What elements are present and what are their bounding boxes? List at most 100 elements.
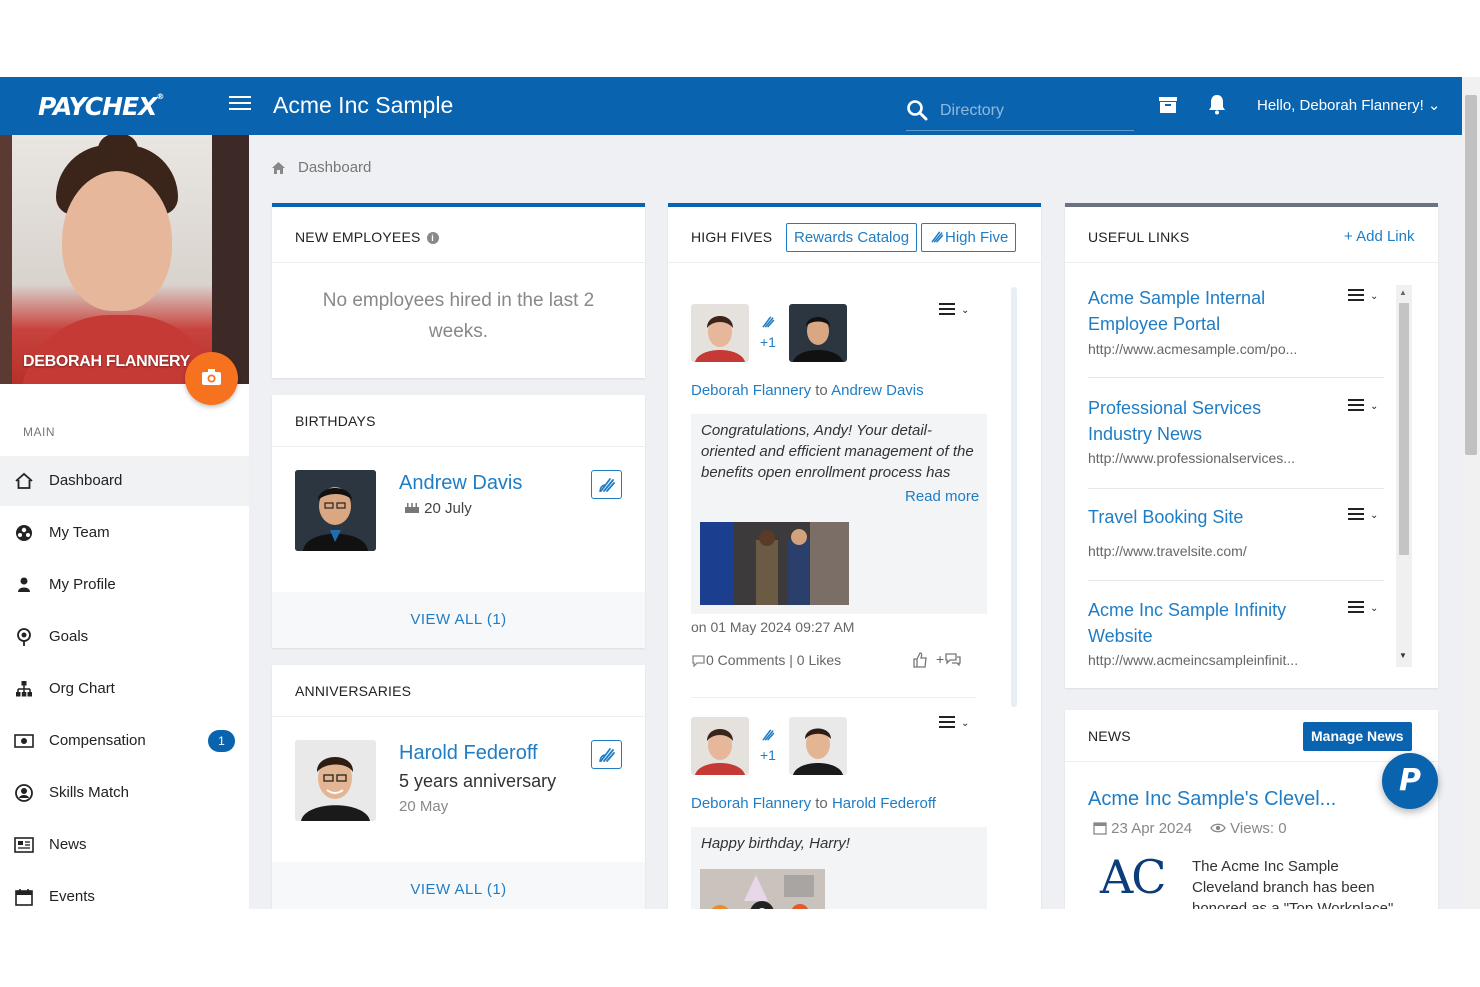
- avatar[interactable]: [789, 304, 847, 362]
- avatar[interactable]: [691, 717, 749, 775]
- high-five-icon: [599, 478, 615, 493]
- nav-section-main: MAIN: [23, 425, 55, 439]
- search-icon[interactable]: [906, 99, 928, 121]
- directory-search-input[interactable]: [940, 99, 1130, 123]
- target-icon: [17, 628, 31, 646]
- sidebar-item-compensation[interactable]: Compensation 1: [0, 716, 249, 766]
- sidebar-item-org-chart[interactable]: Org Chart: [0, 664, 249, 714]
- profile-photo: DEBORAH FLANNERY: [0, 135, 249, 384]
- high-five-icon: [762, 729, 775, 741]
- birthday-cake-icon: [405, 503, 419, 513]
- breadcrumb[interactable]: Dashboard: [298, 159, 371, 176]
- birthdays-view-all-link[interactable]: VIEW ALL (1): [272, 592, 645, 648]
- eye-icon: [1210, 823, 1226, 833]
- high-five-photo[interactable]: [700, 869, 825, 909]
- add-link-button[interactable]: + Add Link: [1344, 228, 1414, 245]
- home-icon: [15, 472, 33, 489]
- send-high-five-button[interactable]: [591, 470, 622, 499]
- empty-state-text: No employees hired in the last 2 weeks.: [322, 290, 595, 342]
- add-comment-button[interactable]: +: [936, 651, 961, 667]
- high-five-sender-recipient: Deborah Flannery to Harold Federoff: [691, 795, 936, 812]
- useful-links-title: USEFUL LINKS: [1088, 229, 1190, 245]
- avatar[interactable]: [691, 304, 749, 362]
- anniversary-person-name[interactable]: Harold Federoff: [399, 742, 538, 765]
- useful-link-url[interactable]: http://www.acmesample.com/po...: [1088, 341, 1297, 357]
- sidebar-item-my-team[interactable]: My Team: [0, 508, 249, 558]
- compensation-count-badge: 1: [208, 730, 235, 752]
- high-five-message-box: Congratulations, Andy! Your detail-orien…: [691, 414, 987, 614]
- info-icon[interactable]: i: [426, 232, 439, 244]
- directory-search: [906, 97, 1134, 131]
- profile-name: DEBORAH FLANNERY: [23, 353, 191, 370]
- sidebar-item-news[interactable]: News: [0, 820, 249, 870]
- paychex-logo[interactable]: PAYCHEX®: [38, 92, 164, 121]
- useful-links-scrollbar[interactable]: ▲ ▼: [1396, 285, 1412, 667]
- useful-link-title[interactable]: Acme Inc Sample Infinity Website: [1088, 597, 1286, 649]
- money-icon: [14, 734, 34, 748]
- useful-link-title[interactable]: Acme Sample Internal Employee Portal: [1088, 285, 1265, 337]
- user-menu-dropdown[interactable]: Hello, Deborah Flannery! ⌄: [1257, 96, 1441, 114]
- top-bar: PAYCHEX® Acme Inc Sample Hello, Deborah …: [0, 77, 1462, 135]
- high-fives-card: HIGH FIVES Rewards Catalog High Five +1 …: [668, 203, 1041, 909]
- hamburger-menu-icon[interactable]: [229, 96, 251, 114]
- comment-add-icon: [945, 653, 961, 667]
- new-employees-card: NEW EMPLOYEES i No employees hired in th…: [272, 203, 645, 378]
- anniversaries-card: ANNIVERSARIES Harold Federoff 5 years an…: [272, 665, 645, 909]
- newspaper-icon: [14, 837, 34, 853]
- high-five-message: Congratulations, Andy! Your detail-orien…: [701, 422, 974, 481]
- birthday-person-name[interactable]: Andrew Davis: [399, 472, 522, 495]
- link-options-menu[interactable]: ⌄: [1348, 601, 1382, 619]
- calendar-icon: [1093, 822, 1107, 835]
- archive-icon[interactable]: [1158, 95, 1178, 115]
- high-five-message: Happy birthday, Harry!: [701, 835, 850, 852]
- avatar[interactable]: [789, 717, 847, 775]
- high-five-plus-count[interactable]: +1: [760, 334, 776, 350]
- sidebar-item-events[interactable]: Events: [0, 872, 249, 909]
- send-high-five-button[interactable]: [591, 740, 622, 769]
- anniversary-text: 5 years anniversary: [399, 771, 557, 791]
- news-thumbnail-logo[interactable]: AC: [1100, 850, 1166, 904]
- rewards-catalog-button[interactable]: Rewards Catalog: [786, 223, 918, 252]
- team-icon: [16, 525, 32, 541]
- like-icon[interactable]: [912, 652, 928, 668]
- read-more-link[interactable]: Read more: [905, 488, 979, 505]
- anniversary-date: 20 May: [399, 798, 449, 815]
- chat-assistant-button[interactable]: P: [1382, 753, 1438, 809]
- useful-link-title[interactable]: Travel Booking Site: [1088, 504, 1243, 530]
- high-five-icon: [931, 231, 944, 243]
- company-name: Acme Inc Sample: [273, 92, 454, 118]
- app-viewport: PAYCHEX® Acme Inc Sample Hello, Deborah …: [0, 77, 1462, 909]
- sidebar-item-dashboard[interactable]: Dashboard: [0, 456, 249, 506]
- high-five-photo[interactable]: [700, 522, 849, 605]
- link-options-menu[interactable]: ⌄: [1348, 399, 1382, 417]
- avatar[interactable]: [295, 740, 376, 821]
- high-five-plus-count[interactable]: +1: [760, 747, 776, 763]
- news-headline[interactable]: Acme Inc Sample's Clevel...: [1088, 786, 1336, 812]
- avatar[interactable]: [295, 470, 376, 551]
- post-options-menu[interactable]: ⌄: [939, 716, 973, 734]
- post-options-menu[interactable]: ⌄: [939, 303, 973, 321]
- page-scrollbar[interactable]: [1462, 77, 1480, 909]
- manage-news-button[interactable]: Manage News: [1303, 722, 1412, 751]
- sidebar-item-skills-match[interactable]: Skills Match: [0, 768, 249, 818]
- sidebar-item-goals[interactable]: Goals: [0, 612, 249, 662]
- high-fives-scrollbar[interactable]: [1011, 287, 1017, 707]
- link-options-menu[interactable]: ⌄: [1348, 289, 1382, 307]
- sidebar-item-my-profile[interactable]: My Profile: [0, 560, 249, 610]
- useful-link-url[interactable]: http://www.travelsite.com/: [1088, 543, 1247, 559]
- anniversaries-view-all-link[interactable]: VIEW ALL (1): [272, 862, 645, 909]
- sidebar: DEBORAH FLANNERY MAIN Dashboard My Team …: [0, 135, 249, 909]
- high-five-sender-recipient: Deborah Flannery to Andrew Davis: [691, 382, 924, 399]
- news-title: NEWS: [1088, 728, 1131, 744]
- useful-links-card: USEFUL LINKS + Add Link Acme Sample Inte…: [1065, 203, 1438, 688]
- useful-link-url[interactable]: http://www.professionalservices...: [1088, 450, 1295, 466]
- link-options-menu[interactable]: ⌄: [1348, 508, 1382, 526]
- useful-link-title[interactable]: Professional Services Industry News: [1088, 395, 1261, 447]
- change-photo-button[interactable]: [185, 352, 238, 405]
- user-icon: [18, 577, 30, 592]
- notification-bell-icon[interactable]: [1206, 93, 1228, 115]
- high-five-button[interactable]: High Five: [921, 223, 1017, 252]
- useful-link-url[interactable]: http://www.acmeincsampleinfinit...: [1088, 652, 1298, 668]
- breadcrumb-home-icon[interactable]: [271, 160, 286, 175]
- birthdays-card: BIRTHDAYS Andrew Davis 20 July VIEW ALL …: [272, 395, 645, 648]
